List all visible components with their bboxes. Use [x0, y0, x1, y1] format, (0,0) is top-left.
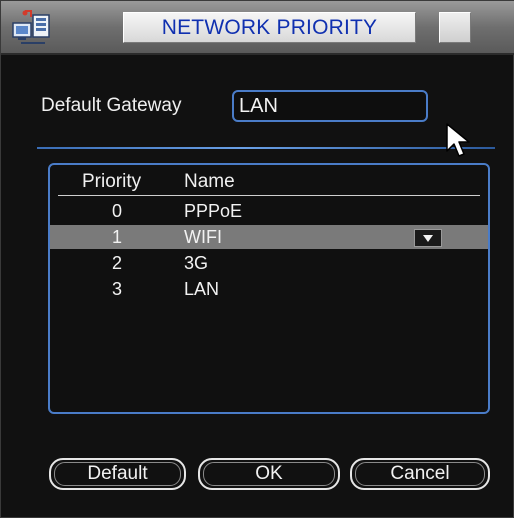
network-settings-icon: [11, 9, 55, 49]
cancel-button[interactable]: Cancel: [350, 458, 490, 490]
default-gateway-field[interactable]: LAN: [232, 90, 428, 122]
name-cell: LAN: [184, 279, 220, 299]
priority-cell: 1: [111, 227, 122, 247]
window-title: NETWORK PRIORITY: [161, 15, 378, 39]
priority-cell: 3: [111, 279, 122, 299]
network-priority-dialog: NETWORK PRIORITY Default Gateway LAN Pri…: [0, 0, 514, 518]
header-divider: [58, 195, 480, 196]
title-bar: NETWORK PRIORITY: [1, 1, 514, 55]
column-header-name: Name: [184, 171, 235, 192]
priority-table: Priority Name 0 PPPoE 1 WIFI 2 3G 3 LAN: [48, 163, 490, 414]
default-gateway-label: Default Gateway: [41, 95, 182, 116]
ok-button-label: OK: [255, 463, 283, 484]
column-header-priority: Priority: [82, 171, 142, 192]
table-row[interactable]: 2 3G: [50, 251, 488, 275]
table-row[interactable]: 3 LAN: [50, 277, 488, 301]
default-button[interactable]: Default: [49, 458, 186, 490]
table-row[interactable]: 0 PPPoE: [50, 199, 488, 223]
table-header: Priority Name: [50, 171, 488, 196]
title-box: NETWORK PRIORITY: [123, 12, 416, 43]
name-cell: PPPoE: [184, 201, 243, 221]
name-cell: 3G: [184, 253, 209, 273]
priority-cell: 0: [111, 201, 122, 221]
ok-button[interactable]: OK: [198, 458, 340, 490]
default-button-label: Default: [87, 463, 148, 484]
cancel-button-label: Cancel: [390, 463, 450, 484]
table-row-selected[interactable]: 1 WIFI: [50, 225, 488, 249]
title-right-box: [439, 12, 471, 43]
dropdown-arrow-icon[interactable]: [414, 229, 442, 247]
section-divider: [37, 147, 495, 149]
default-gateway-value: LAN: [239, 94, 278, 117]
mouse-pointer-icon: [445, 123, 473, 159]
priority-cell: 2: [111, 253, 122, 273]
name-cell: WIFI: [184, 227, 222, 247]
